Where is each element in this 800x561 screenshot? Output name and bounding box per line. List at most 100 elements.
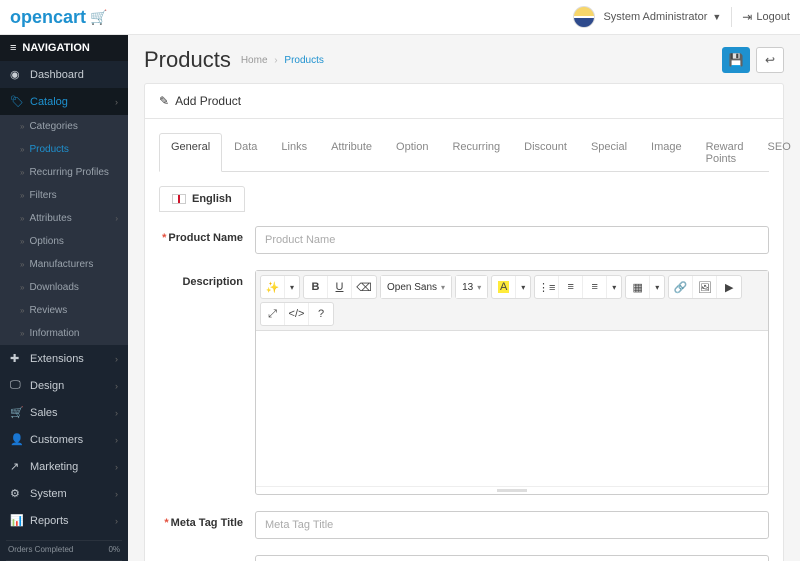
nav-extensions[interactable]: ✚Extensions› [0, 345, 128, 372]
back-button[interactable]: ↩ [756, 47, 784, 73]
video-button[interactable]: ▶ [717, 276, 741, 298]
nav-header-label: NAVIGATION [22, 42, 89, 54]
nav-filters[interactable]: »Filters [0, 184, 128, 207]
nav-attributes[interactable]: »Attributes› [0, 207, 128, 230]
nav-dashboard[interactable]: ◉Dashboard [0, 61, 128, 88]
save-icon: 💾 [729, 53, 744, 67]
tab-option[interactable]: Option [384, 133, 440, 172]
tab-discount[interactable]: Discount [512, 133, 579, 172]
cart-icon: 🛒 [90, 9, 107, 26]
pencil-icon: ✎ [159, 94, 169, 108]
tab-general[interactable]: General [159, 133, 222, 172]
user-name: System Administrator [603, 11, 707, 23]
brand-logo[interactable]: opencart 🛒 [10, 7, 107, 28]
tab-attribute[interactable]: Attribute [319, 133, 384, 172]
nav-reviews[interactable]: »Reviews [0, 299, 128, 322]
tab-seo[interactable]: SEO [756, 133, 800, 172]
crumb-products[interactable]: Products [284, 55, 323, 66]
back-icon: ↩ [765, 53, 775, 67]
share-icon: ↗ [10, 460, 24, 473]
chevron-right-icon: › [115, 97, 118, 107]
tab-reward[interactable]: Reward Points [694, 133, 756, 172]
nav-recurring[interactable]: »Recurring Profiles [0, 161, 128, 184]
chevron-icon: » [20, 260, 24, 269]
nav-information[interactable]: »Information [0, 322, 128, 345]
monitor-icon: 🖵 [10, 379, 24, 392]
text-color-button[interactable]: A [492, 276, 516, 298]
burger-icon: ≡ [10, 42, 16, 54]
chevron-right-icon: › [115, 381, 118, 391]
save-button[interactable]: 💾 [722, 47, 750, 73]
link-button[interactable]: 🔗 [669, 276, 693, 298]
tab-recurring[interactable]: Recurring [440, 133, 512, 172]
divider [731, 7, 732, 27]
chevron-right-icon: › [274, 55, 277, 66]
tab-image[interactable]: Image [639, 133, 694, 172]
sidebar: ≡ NAVIGATION ◉Dashboard 🏷Catalog› »Categ… [0, 35, 128, 561]
ul-button[interactable]: ⋮≡ [535, 276, 559, 298]
user-menu[interactable]: System Administrator ▼ [573, 6, 721, 28]
avatar [573, 6, 595, 28]
editor-toolbar: ✨▾ BU⌫ Open Sans▾ 13▾ A▾ ⋮≡≡≡▾ ▦▾ 🔗🖼▶ ⤢<… [256, 271, 768, 331]
user-icon: 👤 [10, 433, 24, 446]
product-name-input[interactable] [255, 226, 769, 254]
fullscreen-button[interactable]: ⤢ [261, 303, 285, 325]
eraser-button[interactable]: ⌫ [352, 276, 376, 298]
crumb-home[interactable]: Home [241, 55, 268, 66]
code-button[interactable]: </> [285, 303, 309, 325]
underline-button[interactable]: U [328, 276, 352, 298]
breadcrumb: Home › Products [241, 55, 324, 66]
align-button[interactable]: ≡ [583, 276, 607, 298]
chevron-down-icon[interactable]: ▾ [285, 276, 299, 298]
tab-links[interactable]: Links [269, 133, 319, 172]
nav-marketing[interactable]: ↗Marketing› [0, 453, 128, 480]
meta-desc-input[interactable] [255, 555, 769, 561]
editor-body[interactable] [256, 331, 768, 486]
chevron-right-icon: › [115, 462, 118, 472]
table-button[interactable]: ▦ [626, 276, 650, 298]
wand-icon[interactable]: ✨ [261, 276, 285, 298]
language-tab[interactable]: English [159, 186, 245, 212]
meta-title-input[interactable] [255, 511, 769, 539]
nav-design[interactable]: 🖵Design› [0, 372, 128, 399]
panel-title: Add Product [175, 94, 241, 108]
chevron-down-icon[interactable]: ▾ [607, 276, 621, 298]
tab-data[interactable]: Data [222, 133, 269, 172]
font-select[interactable]: Open Sans▾ [381, 276, 451, 298]
chevron-icon: » [20, 122, 24, 131]
topbar: opencart 🛒 System Administrator ▼ ⇥ Logo… [0, 0, 800, 35]
tab-special[interactable]: Special [579, 133, 639, 172]
logout-icon: ⇥ [742, 10, 752, 24]
image-button[interactable]: 🖼 [693, 276, 717, 298]
chevron-icon: » [20, 237, 24, 246]
bold-button[interactable]: B [304, 276, 328, 298]
nav-sales[interactable]: 🛒Sales› [0, 399, 128, 426]
size-select[interactable]: 13▾ [456, 276, 487, 298]
nav-categories[interactable]: »Categories [0, 115, 128, 138]
nav-downloads[interactable]: »Downloads [0, 276, 128, 299]
editor-resize[interactable] [256, 486, 768, 494]
chevron-icon: » [20, 168, 24, 177]
nav-customers[interactable]: 👤Customers› [0, 426, 128, 453]
nav-products[interactable]: »Products [0, 138, 128, 161]
main-content: Products Home › Products 💾 ↩ ✎ Add Produ… [128, 35, 800, 561]
nav-header[interactable]: ≡ NAVIGATION [0, 35, 128, 61]
ol-button[interactable]: ≡ [559, 276, 583, 298]
nav-system[interactable]: ⚙System› [0, 480, 128, 507]
nav-catalog[interactable]: 🏷Catalog› [0, 88, 128, 115]
panel-header: ✎ Add Product [145, 84, 783, 119]
chevron-down-icon[interactable]: ▾ [650, 276, 664, 298]
description-label: Description [159, 270, 255, 495]
chevron-right-icon: › [115, 214, 118, 223]
page-title: Products [144, 47, 231, 73]
nav-reports[interactable]: 📊Reports› [0, 507, 128, 534]
help-button[interactable]: ? [309, 303, 333, 325]
chevron-right-icon: › [115, 516, 118, 526]
product-name-label: *Product Name [159, 226, 255, 254]
logout-link[interactable]: ⇥ Logout [742, 10, 790, 24]
chevron-down-icon[interactable]: ▾ [516, 276, 530, 298]
nav-manufacturers[interactable]: »Manufacturers [0, 253, 128, 276]
order-stats: Orders Completed0% Orders Processing0% [0, 534, 128, 561]
chevron-icon: » [20, 329, 24, 338]
nav-options[interactable]: »Options [0, 230, 128, 253]
